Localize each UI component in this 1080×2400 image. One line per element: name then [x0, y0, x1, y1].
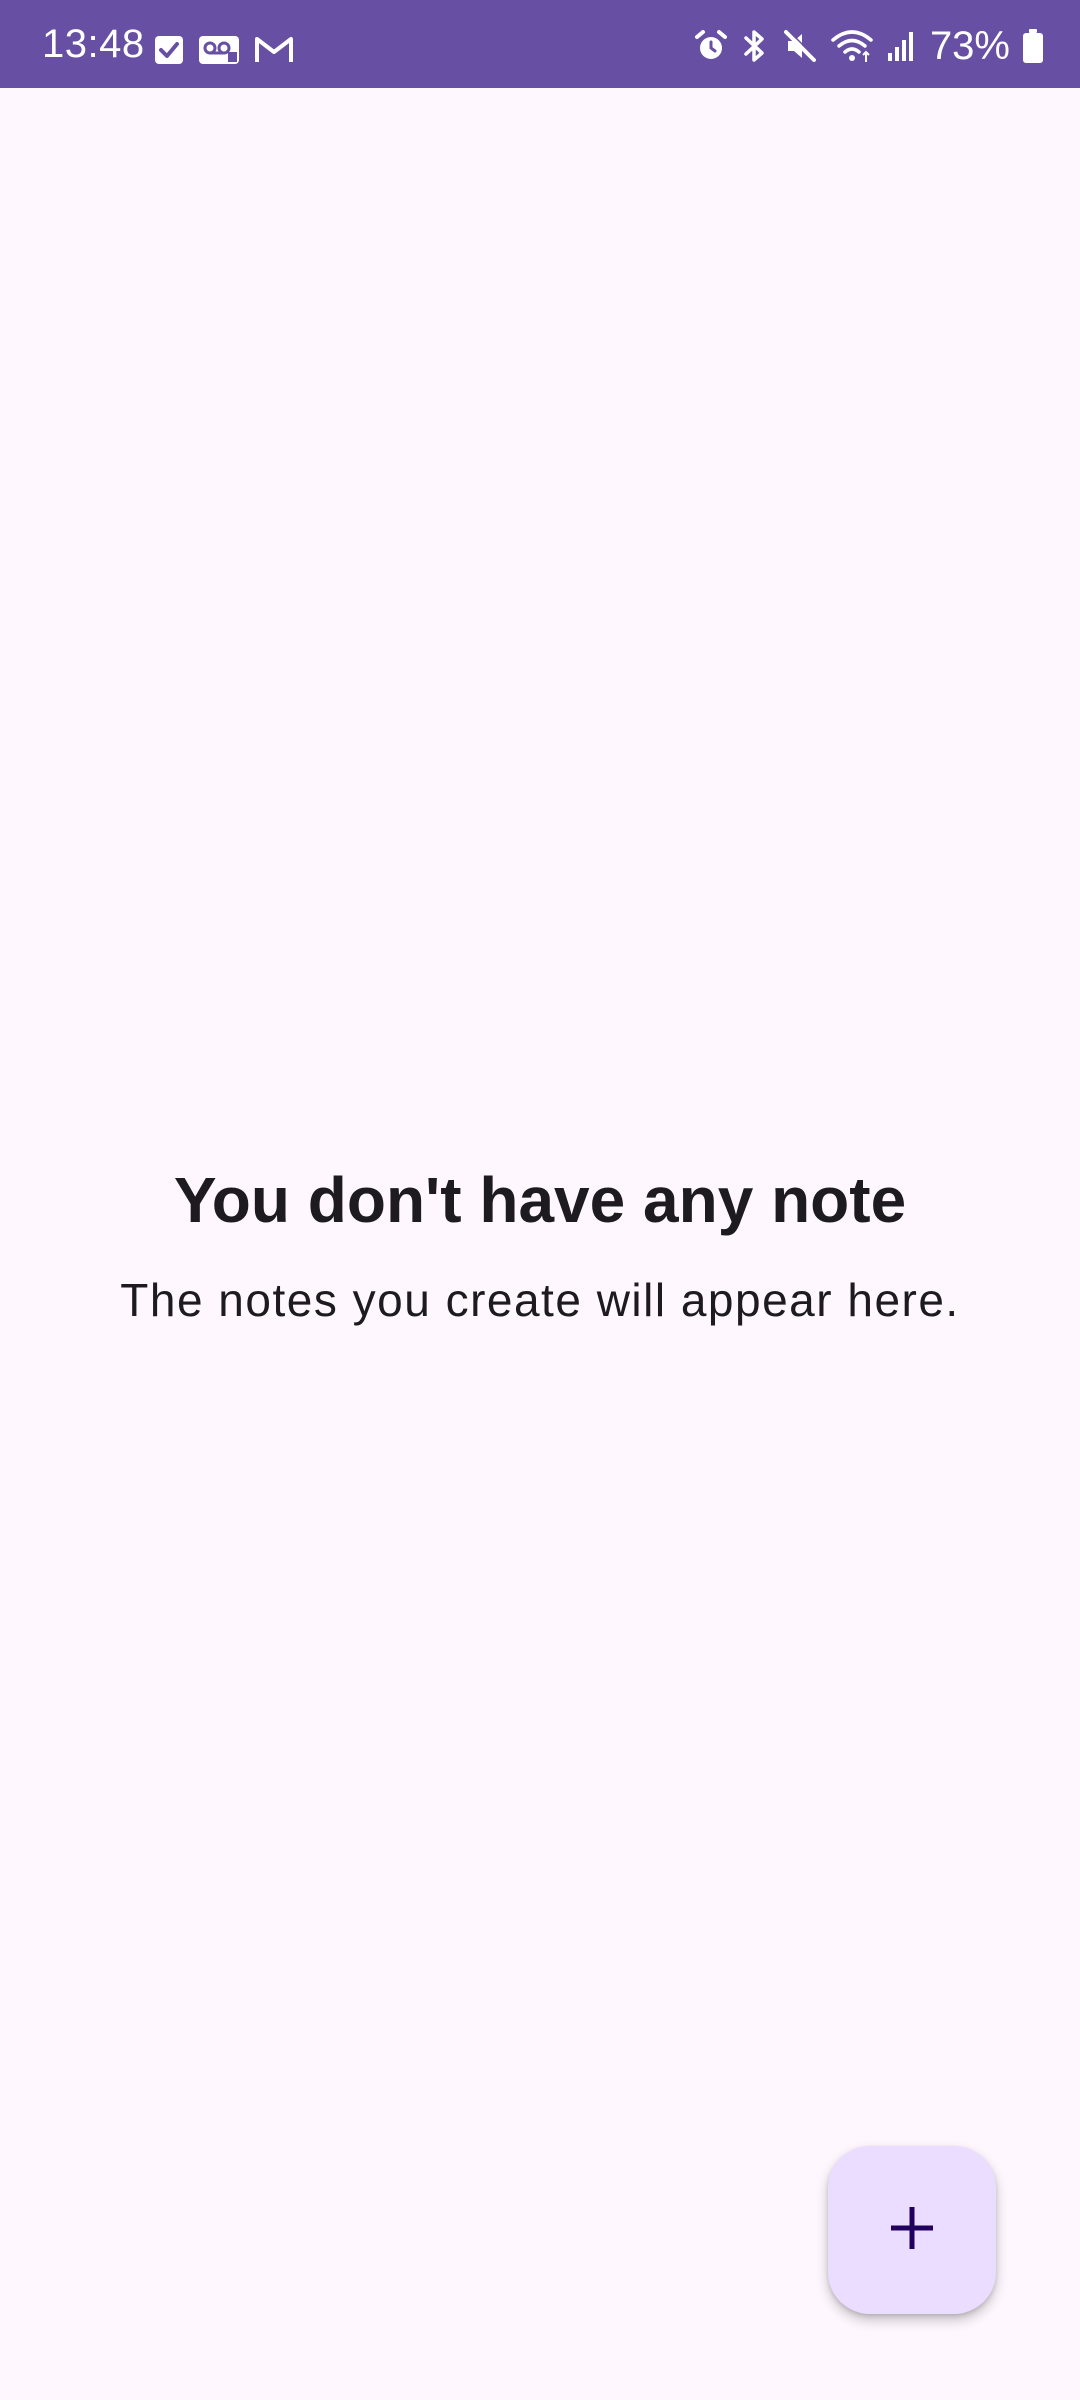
status-time: 13:48	[42, 22, 145, 66]
empty-state-title: You don't have any note	[173, 1164, 907, 1236]
status-system-icons: 73%	[694, 24, 1044, 68]
status-notification-icons	[154, 28, 294, 72]
add-note-button[interactable]	[828, 2146, 996, 2314]
gmail-icon	[254, 35, 294, 65]
empty-state-subtitle: The notes you create will appear here.	[120, 1274, 960, 1326]
alarm-icon	[694, 29, 728, 63]
voicemail-icon	[198, 35, 240, 65]
battery-percent: 73%	[929, 24, 1010, 68]
status-bar: 13:48 73%	[0, 0, 1080, 88]
signal-icon	[886, 29, 916, 63]
mute-icon	[782, 28, 818, 64]
bluetooth-icon	[740, 28, 770, 64]
task-check-icon	[154, 35, 184, 65]
wifi-icon	[830, 28, 874, 64]
battery-icon	[1022, 28, 1044, 64]
notes-list-area: You don't have any note The notes you cr…	[0, 88, 1080, 2400]
plus-icon	[887, 2203, 937, 2258]
